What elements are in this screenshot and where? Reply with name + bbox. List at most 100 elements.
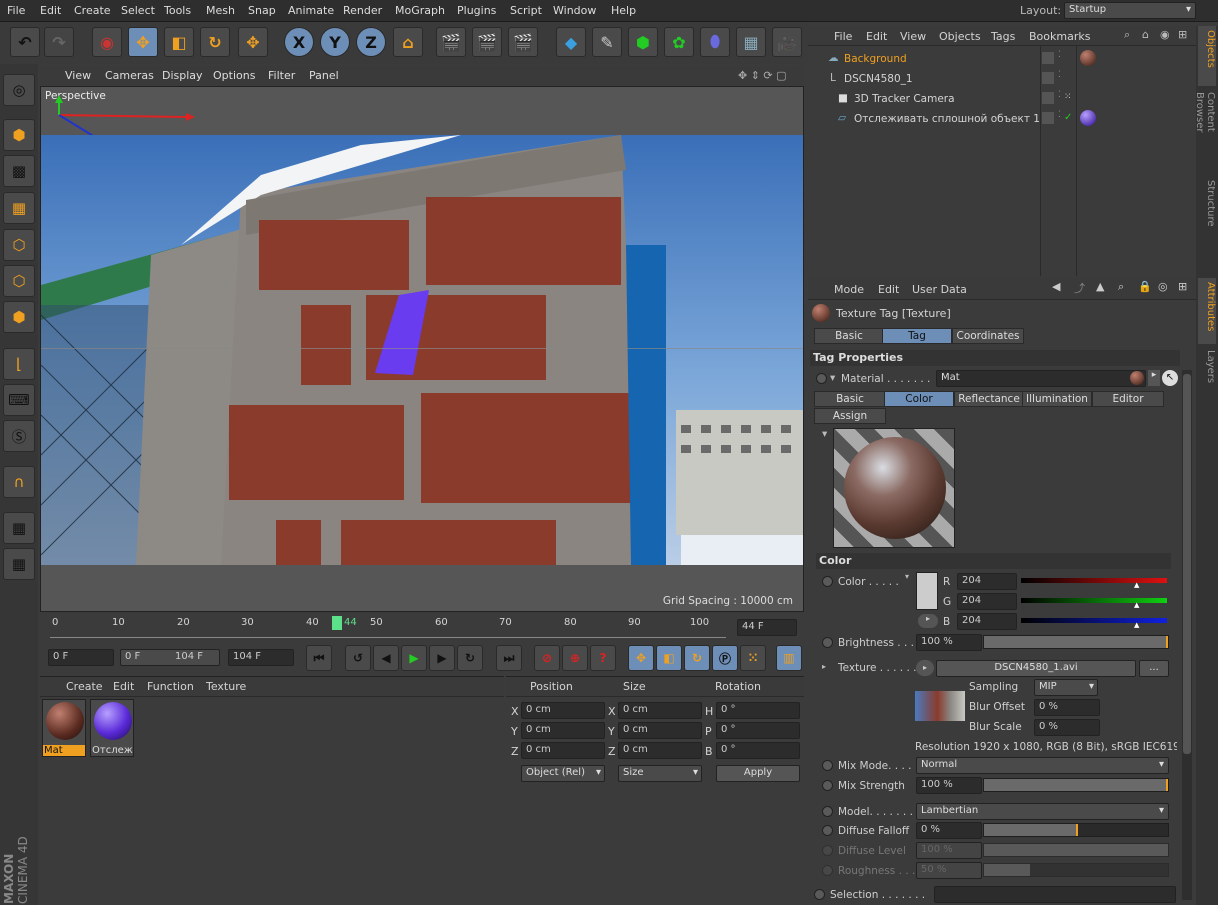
up-arrow-icon[interactable]: ⤴ [1074,280,1085,296]
lock-icon[interactable]: 🔒 [1138,280,1152,293]
timeline-window-button[interactable]: ▥ [776,645,802,671]
render-view-button[interactable]: 🎬 [436,27,466,57]
size-z-field[interactable]: 0 cm [618,742,702,759]
brightness-slider[interactable] [983,635,1169,649]
menu-file[interactable]: File [7,4,25,17]
mat-menu-create[interactable]: Create [66,680,103,693]
workplane-mode-button[interactable]: ▦ [3,192,35,224]
side-tab-content-browser[interactable]: Content Browser [1194,88,1216,172]
side-tab-layers[interactable]: Layers [1198,346,1216,386]
snap-button[interactable]: ∩ [3,466,35,498]
y-axis-button[interactable]: Y [320,27,350,57]
transform-tool-button[interactable]: ✥ [238,27,268,57]
start-frame-field[interactable]: 0 F [48,649,114,666]
keyframe-dot[interactable] [822,845,833,856]
obj-menu-edit[interactable]: Edit [866,30,887,43]
add-panel-icon[interactable]: ⊞ [1178,28,1187,41]
texture-menu-button[interactable]: ▸ [916,660,934,676]
key-pla-button[interactable]: ⁙ [740,645,766,671]
menu-animate[interactable]: Animate [288,4,334,17]
vp-menu-panel[interactable]: Panel [309,69,339,82]
keyframe-dot[interactable] [822,760,833,771]
vp-menu-display[interactable]: Display [162,69,203,82]
back-arrow-icon[interactable]: ◀ [1052,280,1060,293]
selection-field[interactable] [934,886,1176,903]
scale-tool-button[interactable]: ◧ [164,27,194,57]
add-panel-icon[interactable]: ⊞ [1178,280,1187,293]
keyframe-dot[interactable] [822,806,833,817]
menu-select[interactable]: Select [121,4,155,17]
visibility-dots[interactable]: ⁚ [1058,50,1061,60]
mat-tab-illumination[interactable]: Illumination [1022,391,1092,407]
object-row-plane[interactable]: ▱ Отслеживать сплошной объект 1 ⁚ ✓ [808,110,1196,130]
solo-button[interactable]: Ⓢ [3,420,35,452]
search-icon[interactable]: ⌕ [1124,28,1130,42]
menu-tools[interactable]: Tools [164,4,191,17]
menu-render[interactable]: Render [343,4,382,17]
rot-b-field[interactable]: 0 ° [716,742,800,759]
playhead[interactable] [332,616,342,630]
color-swatch[interactable] [916,572,938,610]
layer-box[interactable] [1042,52,1054,64]
attribute-scrollbar[interactable] [1182,370,1192,900]
vp-menu-cameras[interactable]: Cameras [105,69,154,82]
layer-box[interactable] [1042,72,1054,84]
subdivision-button[interactable]: ⬢ [628,27,658,57]
layout-select[interactable]: Startup ▾ [1064,2,1196,19]
next-frame-button[interactable]: ▶ [429,645,455,671]
attr-menu-mode[interactable]: Mode [834,283,864,296]
cube-button[interactable]: ◆ [556,27,586,57]
tab-coordinates[interactable]: Coordinates [952,328,1024,344]
material-swatch-mat[interactable]: Mat [42,699,86,757]
obj-menu-view[interactable]: View [900,30,926,43]
material-link-field[interactable]: Mat [936,370,1146,387]
diffuse-level-slider[interactable] [983,843,1169,857]
layer-box[interactable] [1042,112,1054,124]
tab-basic[interactable]: Basic [814,328,884,344]
frame-range-slider[interactable]: 0 F 104 F [120,649,220,666]
texture-mode-button[interactable]: ▩ [3,155,35,187]
mat-tab-reflectance[interactable]: Reflectance [954,391,1024,407]
size-y-field[interactable]: 0 cm [618,722,702,739]
diffuse-level-field[interactable]: 100 % [916,842,982,859]
make-editable-button[interactable]: ◎ [3,74,35,106]
visibility-dots[interactable]: ⁚ [1058,90,1061,100]
obj-menu-bookmarks[interactable]: Bookmarks [1029,30,1090,43]
mix-strength-slider[interactable] [983,778,1169,792]
blur-offset-field[interactable]: 0 % [1034,699,1100,716]
rot-h-field[interactable]: 0 ° [716,702,800,719]
expand-arrow-icon[interactable]: ▾ [905,572,909,581]
material-tag-icon[interactable] [1080,110,1096,126]
key-scale-button[interactable]: ◧ [656,645,682,671]
vp-menu-view[interactable]: View [65,69,91,82]
keyframe-dot[interactable] [822,825,833,836]
menu-edit[interactable]: Edit [40,4,61,17]
keyframe-dot[interactable] [822,576,833,587]
go-to-start-button[interactable]: ⏮ [306,645,332,671]
next-key-button[interactable]: ↻ [457,645,483,671]
key-rotation-button[interactable]: ↻ [684,645,710,671]
object-row-background[interactable]: ☁ Background ⁚ [808,50,1196,70]
deformer-button[interactable]: ⬮ [700,27,730,57]
layer-box[interactable] [1042,92,1054,104]
collapse-arrow-icon[interactable]: ▾ [822,428,827,440]
menu-window[interactable]: Window [553,4,596,17]
menu-mograph[interactable]: MoGraph [395,4,445,17]
edges-mode-button[interactable]: ⬡ [3,265,35,297]
size-mode-select[interactable]: Size ▾ [618,765,702,782]
blur-scale-field[interactable]: 0 % [1034,719,1100,736]
coordinate-system-button[interactable]: ⌂ [393,27,423,57]
mat-menu-texture[interactable]: Texture [206,680,246,693]
prev-key-button[interactable]: ↺ [345,645,371,671]
points-mode-button[interactable]: ⬡ [3,229,35,261]
object-row-camera[interactable]: ■ 3D Tracker Camera ⁚ ⁙ [808,90,1196,110]
keyframe-dot[interactable] [822,865,833,876]
timeline[interactable]: 0 10 20 30 40 44 50 60 70 80 90 100 44 F [40,614,804,640]
diffuse-falloff-slider[interactable] [983,823,1169,837]
mix-strength-field[interactable]: 100 % [916,777,982,794]
go-to-end-button[interactable]: ⏭ [496,645,522,671]
menu-mesh[interactable]: Mesh [206,4,235,17]
move-tool-button[interactable]: ✥ [128,27,158,57]
mix-mode-select[interactable]: Normal ▾ [916,757,1169,774]
mat-tab-basic[interactable]: Basic [814,391,886,407]
